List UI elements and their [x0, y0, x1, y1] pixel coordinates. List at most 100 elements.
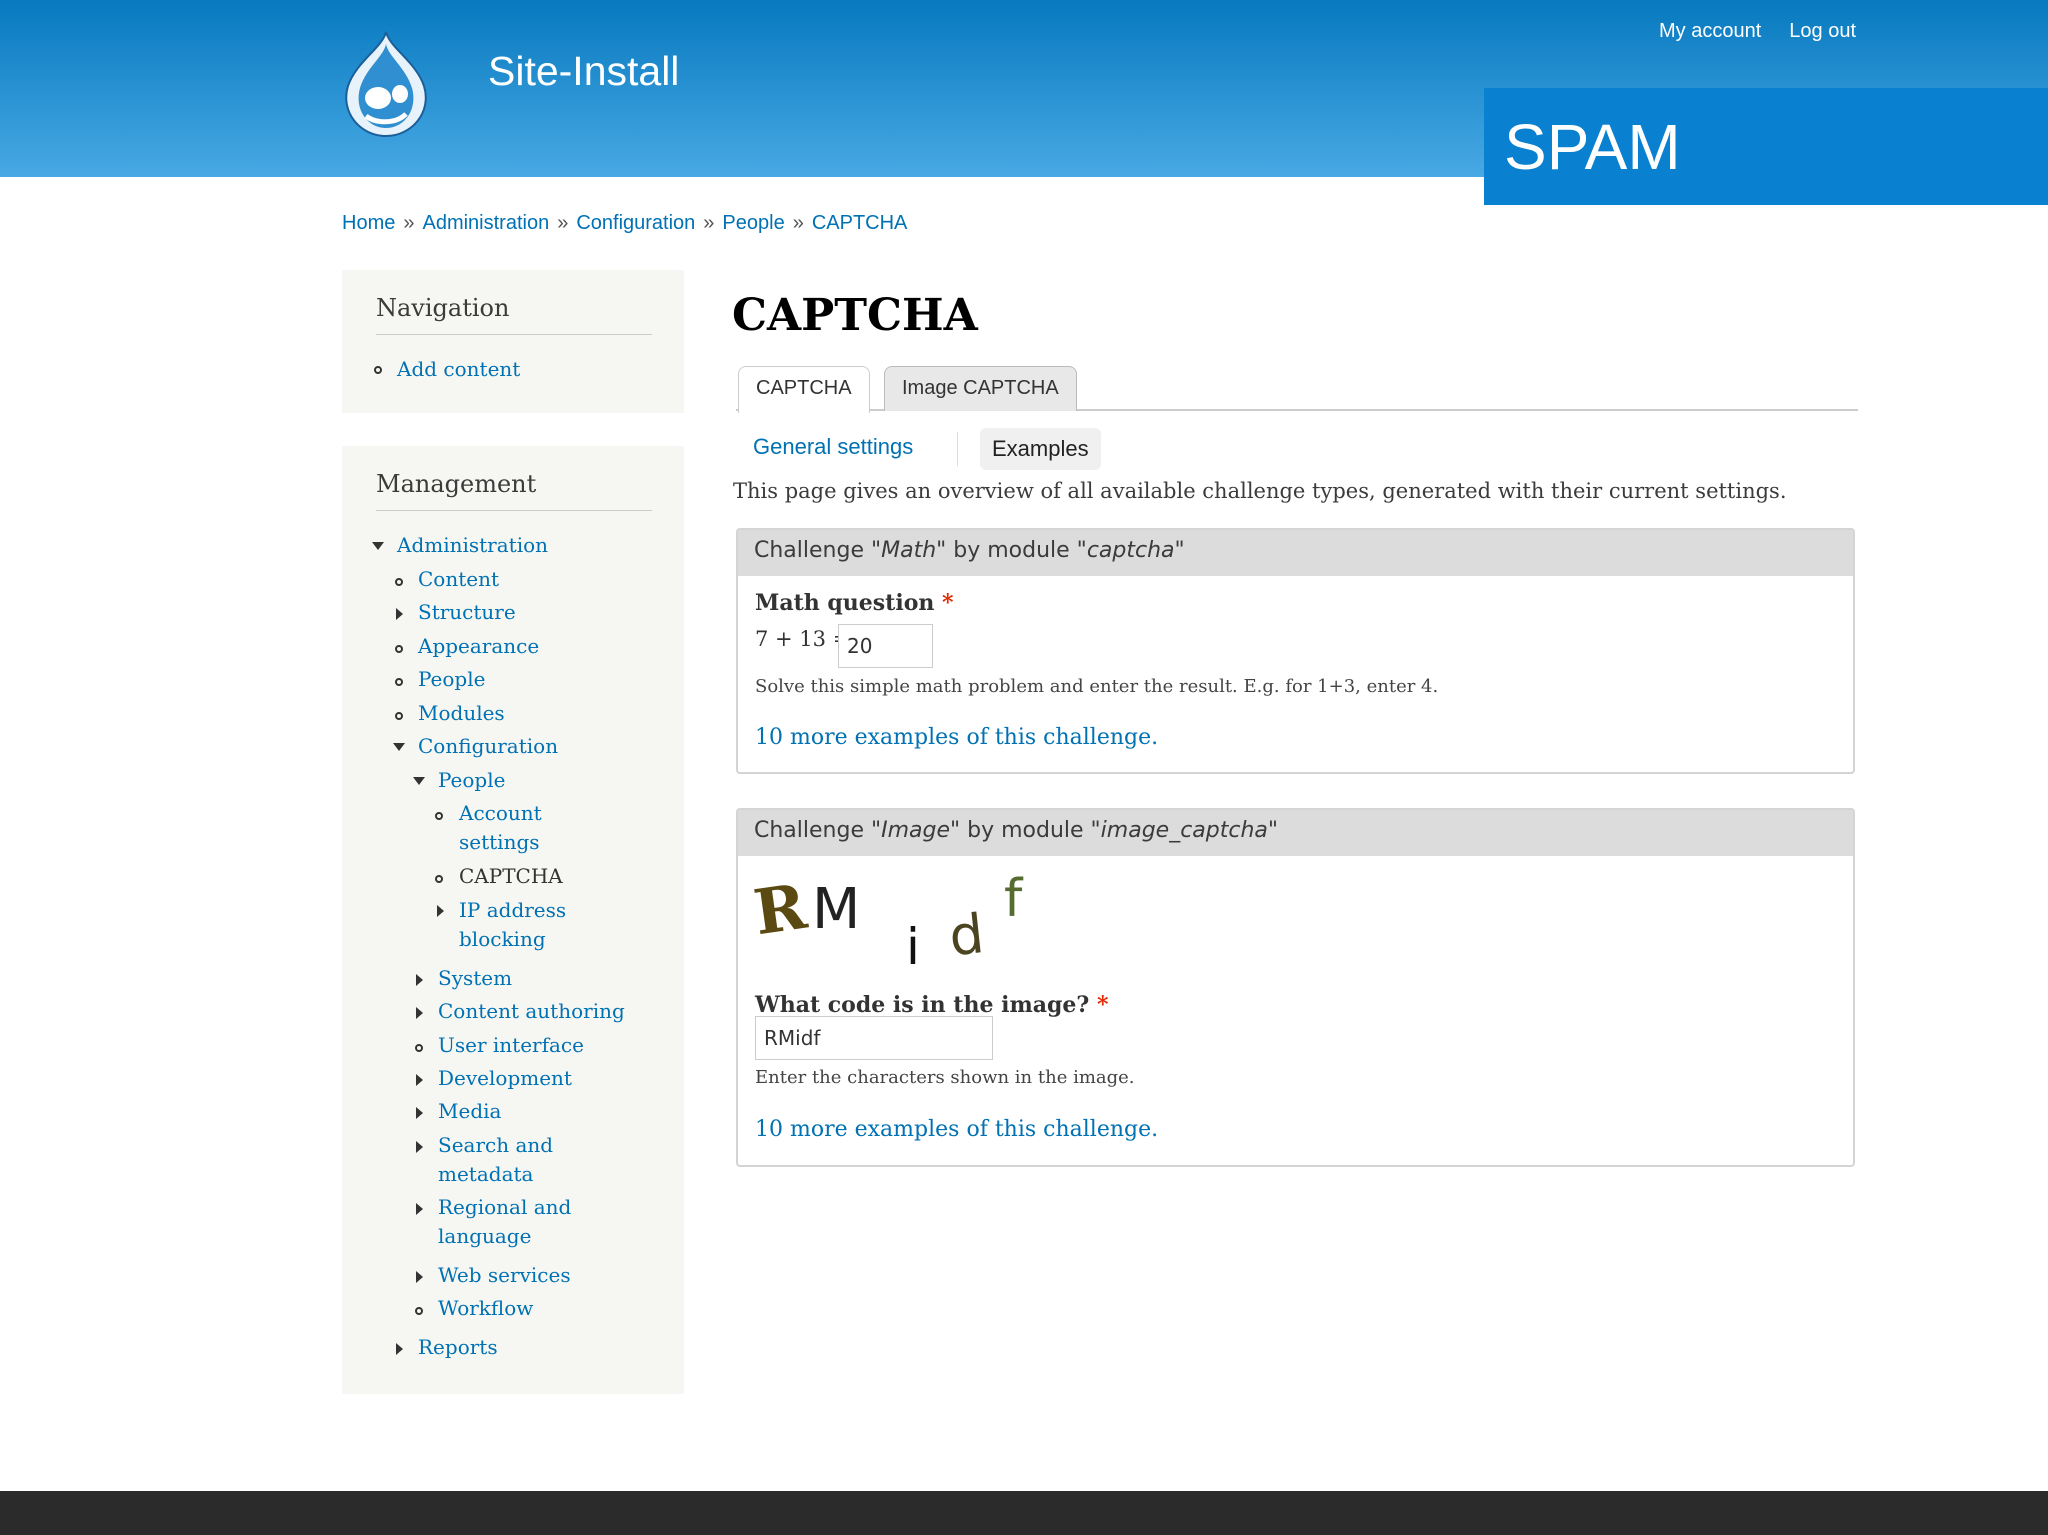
- image-description: Enter the characters shown in the image.: [755, 1067, 1135, 1088]
- menu-link-workflow[interactable]: Workflow: [438, 1296, 533, 1320]
- menu-item-ip-blocking-cont[interactable]: blocking: [459, 925, 546, 954]
- menu-item-account-settings[interactable]: Account: [459, 799, 542, 828]
- menu-link-user-interface[interactable]: User interface: [438, 1033, 584, 1057]
- tab-captcha[interactable]: CAPTCHA: [738, 366, 870, 413]
- image-code-input[interactable]: [755, 1016, 993, 1060]
- menu-item-web-services[interactable]: Web services: [438, 1261, 571, 1290]
- site-name[interactable]: Site-Install: [488, 48, 679, 95]
- math-description: Solve this simple math problem and enter…: [755, 676, 1439, 697]
- bullet-icon: [435, 812, 443, 820]
- menu-link-regional-language-line1[interactable]: Regional and: [438, 1195, 571, 1219]
- required-marker: *: [942, 590, 954, 616]
- menu-item-configuration[interactable]: Configuration: [418, 732, 558, 761]
- menu-item-account-settings-cont[interactable]: settings: [459, 828, 540, 857]
- menu-link-development[interactable]: Development: [438, 1066, 572, 1090]
- menu-link-config-people[interactable]: People: [438, 768, 505, 792]
- menu-link-media[interactable]: Media: [438, 1099, 501, 1123]
- bullet-icon: [374, 366, 382, 374]
- breadcrumb-people[interactable]: People: [722, 212, 784, 234]
- tab-divider: [957, 432, 958, 466]
- breadcrumb-captcha[interactable]: CAPTCHA: [812, 212, 908, 234]
- site-footer: [0, 1491, 2048, 1535]
- menu-item-administration[interactable]: Administration: [397, 531, 548, 560]
- menu-item-search-metadata-cont[interactable]: metadata: [438, 1160, 533, 1189]
- my-account-link[interactable]: My account: [1659, 20, 1761, 43]
- legend-text: " by module ": [950, 818, 1101, 843]
- legend-text: Challenge ": [754, 538, 882, 563]
- math-challenge-legend: Challenge "Math" by module "captcha": [738, 530, 1853, 576]
- required-marker: *: [1096, 992, 1109, 1018]
- menu-link-modules[interactable]: Modules: [418, 701, 505, 725]
- menu-link-search-metadata-line2[interactable]: metadata: [438, 1162, 533, 1186]
- menu-link-administration[interactable]: Administration: [397, 533, 548, 557]
- menu-link-content[interactable]: Content: [418, 567, 499, 591]
- legend-challenge-name: Math: [881, 538, 937, 563]
- image-more-examples-link[interactable]: 10 more examples of this challenge.: [755, 1117, 1158, 1142]
- tab-general-settings[interactable]: General settings: [753, 434, 913, 460]
- menu-item-reports[interactable]: Reports: [418, 1333, 498, 1362]
- tab-examples[interactable]: Examples: [980, 428, 1101, 470]
- menu-link-reports[interactable]: Reports: [418, 1335, 498, 1359]
- menu-item-config-people[interactable]: People: [438, 766, 505, 795]
- drupal-logo-icon[interactable]: [338, 30, 434, 140]
- menu-link-regional-language-line2[interactable]: language: [438, 1224, 531, 1248]
- menu-link-ip-blocking-line2[interactable]: blocking: [459, 927, 546, 951]
- log-out-link[interactable]: Log out: [1789, 20, 1856, 43]
- captcha-char-3: i: [906, 918, 920, 972]
- menu-item-modules[interactable]: Modules: [418, 699, 505, 728]
- bullet-icon: [435, 875, 443, 883]
- collapsed-icon: [416, 1074, 423, 1086]
- breadcrumb-configuration[interactable]: Configuration: [576, 212, 695, 234]
- menu-item-ip-blocking[interactable]: IP address: [459, 896, 566, 925]
- menu-link-people[interactable]: People: [418, 667, 485, 691]
- menu-link-configuration[interactable]: Configuration: [418, 734, 558, 758]
- collapsed-icon: [416, 1271, 423, 1283]
- menu-item-development[interactable]: Development: [438, 1064, 572, 1093]
- bullet-icon: [395, 712, 403, 720]
- menu-link-web-services[interactable]: Web services: [438, 1263, 571, 1287]
- captcha-image: R M i d f: [754, 872, 1024, 972]
- menu-item-appearance[interactable]: Appearance: [418, 632, 539, 661]
- intro-text: This page gives an overview of all avail…: [733, 479, 1787, 503]
- menu-item-content[interactable]: Content: [418, 565, 499, 594]
- menu-item-regional-language[interactable]: Regional and: [438, 1193, 571, 1222]
- legend-text: ": [1267, 818, 1279, 843]
- menu-link-system[interactable]: System: [438, 966, 512, 990]
- tab-image-captcha[interactable]: Image CAPTCHA: [884, 366, 1077, 411]
- menu-item-regional-language-cont[interactable]: language: [438, 1222, 531, 1251]
- menu-item-media[interactable]: Media: [438, 1097, 501, 1126]
- breadcrumb-separator: »: [557, 212, 569, 234]
- nav-item-add-content-link[interactable]: Add content: [397, 357, 520, 381]
- menu-item-system[interactable]: System: [438, 964, 512, 993]
- breadcrumb-home[interactable]: Home: [342, 212, 395, 234]
- menu-link-ip-blocking-line1[interactable]: IP address: [459, 898, 566, 922]
- menu-item-captcha-active[interactable]: CAPTCHA: [459, 862, 563, 891]
- legend-module-name: image_captcha: [1100, 818, 1268, 843]
- secondary-menu: My account Log out: [1659, 20, 1856, 43]
- menu-item-workflow[interactable]: Workflow: [438, 1294, 533, 1323]
- menu-link-search-metadata-line1[interactable]: Search and: [438, 1133, 553, 1157]
- menu-link-account-settings-line2[interactable]: settings: [459, 830, 540, 854]
- menu-item-content-authoring[interactable]: Content authoring: [438, 997, 625, 1026]
- navigation-block-title: Navigation: [376, 294, 652, 335]
- menu-item-structure[interactable]: Structure: [418, 598, 516, 627]
- breadcrumb-administration[interactable]: Administration: [422, 212, 549, 234]
- menu-item-people[interactable]: People: [418, 665, 485, 694]
- spam-overlay-text: SPAM: [1504, 111, 1681, 183]
- menu-item-search-metadata[interactable]: Search and: [438, 1131, 553, 1160]
- menu-link-appearance[interactable]: Appearance: [418, 634, 539, 658]
- menu-item-user-interface[interactable]: User interface: [438, 1031, 584, 1060]
- math-answer-input[interactable]: [838, 624, 933, 668]
- legend-challenge-name: Image: [881, 818, 951, 843]
- nav-item-add-content[interactable]: Add content: [397, 355, 520, 384]
- collapsed-icon: [416, 1107, 423, 1119]
- breadcrumb-separator: »: [703, 212, 715, 234]
- bullet-icon: [415, 1044, 423, 1052]
- menu-link-account-settings-line1[interactable]: Account: [459, 801, 542, 825]
- menu-link-content-authoring[interactable]: Content authoring: [438, 999, 625, 1023]
- collapsed-icon: [396, 1343, 403, 1355]
- math-more-examples-link[interactable]: 10 more examples of this challenge.: [755, 725, 1158, 750]
- collapsed-icon: [416, 1007, 423, 1019]
- menu-link-structure[interactable]: Structure: [418, 600, 516, 624]
- spam-overlay-label: SPAM: [1484, 88, 2048, 205]
